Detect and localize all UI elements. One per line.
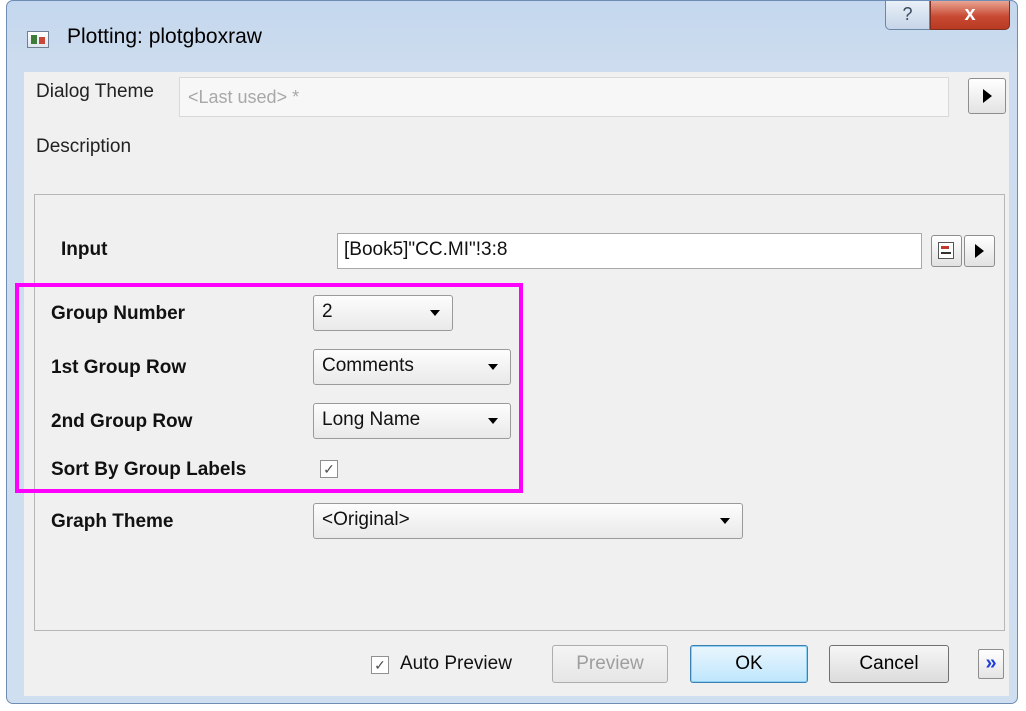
dialog-theme-menu-button[interactable] [968, 78, 1006, 114]
input-menu-button[interactable] [964, 235, 995, 267]
double-chevron-right-icon: » [985, 652, 997, 674]
close-icon: x [964, 3, 976, 25]
auto-preview-checkbox[interactable]: ✓ [371, 656, 389, 674]
dialog-theme-label: Dialog Theme [36, 81, 154, 102]
expand-button[interactable]: » [978, 649, 1004, 679]
select-range-icon [938, 242, 954, 259]
help-button[interactable]: ? [885, 1, 930, 30]
graph-theme-value: <Original> [322, 509, 410, 530]
input-label: Input [61, 239, 108, 260]
close-button[interactable]: x [930, 1, 1010, 30]
app-icon [27, 31, 49, 48]
highlight-box [15, 283, 523, 493]
dialog-theme-field[interactable]: <Last used> * [179, 77, 949, 117]
graph-theme-dropdown[interactable]: <Original> [313, 503, 743, 539]
input-range-field[interactable]: [Book5]"CC.MI"!3:8 [337, 233, 922, 269]
triangle-right-icon [983, 89, 992, 103]
select-range-button[interactable] [931, 235, 962, 267]
ok-button[interactable]: OK [690, 645, 808, 683]
help-icon: ? [902, 4, 913, 24]
description-label: Description [36, 136, 132, 157]
graph-theme-label: Graph Theme [51, 511, 174, 532]
preview-button[interactable]: Preview [552, 645, 668, 683]
triangle-right-icon [975, 244, 984, 258]
window-title: Plotting: plotgboxraw [67, 25, 262, 48]
title-bar[interactable]: Plotting: plotgboxraw ? x [7, 1, 1017, 73]
chevron-down-icon [720, 518, 730, 524]
cancel-button[interactable]: Cancel [829, 645, 949, 683]
auto-preview-label[interactable]: Auto Preview [400, 653, 512, 675]
